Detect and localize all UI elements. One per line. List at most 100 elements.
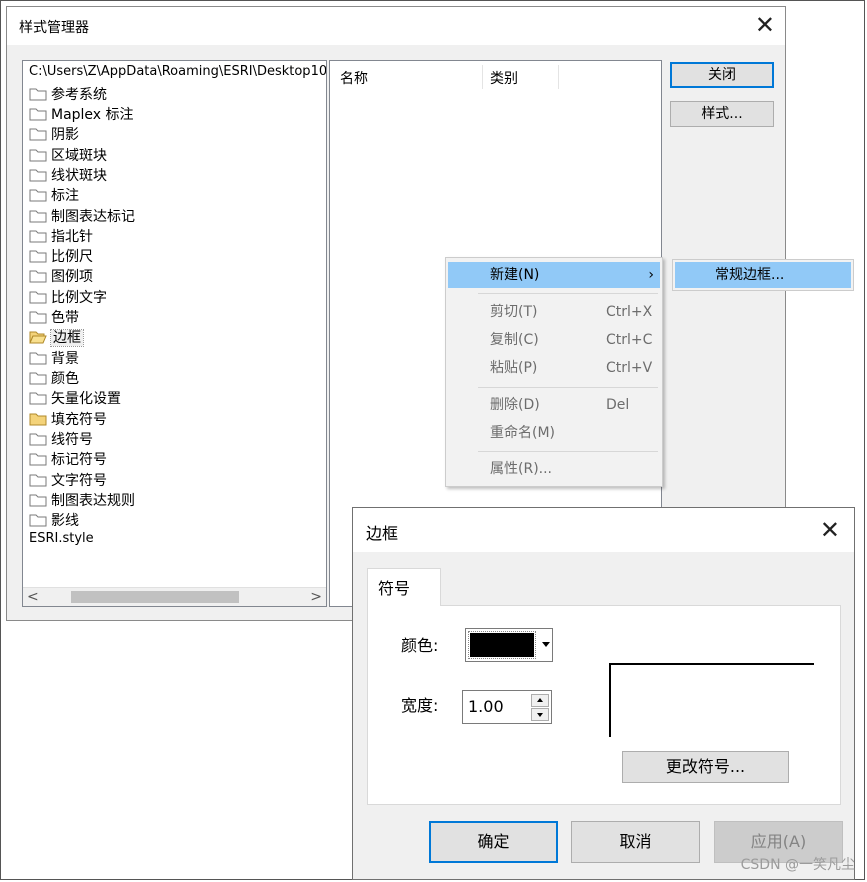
width-value[interactable]: 1.00 — [468, 697, 504, 716]
tree-item-vectorization-settings[interactable]: 矢量化设置 — [29, 388, 121, 408]
tree-item-scale-texts[interactable]: 比例文字 — [29, 287, 107, 307]
folder-icon — [29, 474, 47, 487]
border-preview-left-line — [609, 663, 611, 737]
new-submenu: 常规边框... — [672, 259, 854, 291]
width-label: 宽度: — [401, 696, 439, 715]
folder-icon — [29, 250, 47, 263]
styles-button[interactable]: 样式... — [670, 101, 774, 127]
menu-item-cut[interactable]: 剪切(T) Ctrl+X — [448, 299, 660, 325]
tree-item-colors[interactable]: 颜色 — [29, 368, 79, 388]
tree-item-label: 图例项 — [51, 269, 93, 285]
tree-item-label: 色带 — [51, 310, 79, 326]
tree-item-labels[interactable]: 标注 — [29, 185, 79, 205]
tree-item-legend-items[interactable]: 图例项 — [29, 266, 93, 286]
tree-root-path[interactable]: C:\Users\Z\AppData\Roaming\ESRI\Desktop1… — [29, 64, 326, 79]
menu-separator — [478, 451, 658, 452]
folder-icon — [29, 433, 47, 446]
tree-item-backgrounds[interactable]: 背景 — [29, 348, 79, 368]
style-tree: C:\Users\Z\AppData\Roaming\ESRI\Desktop1… — [23, 61, 326, 588]
tree-item-esri-style[interactable]: ESRI.style — [29, 531, 94, 546]
tree-item-representation-markers[interactable]: 制图表达标记 — [29, 206, 135, 226]
spin-down-icon[interactable] — [531, 708, 549, 721]
tree-item-label: 背景 — [51, 351, 79, 367]
style-tree-panel[interactable]: C:\Users\Z\AppData\Roaming\ESRI\Desktop1… — [22, 60, 327, 607]
folder-icon — [29, 514, 47, 527]
menu-item-shortcut: Ctrl+C — [606, 332, 653, 348]
menu-item-label: 删除(D) — [490, 397, 540, 413]
folder-filled-icon — [29, 413, 47, 426]
ok-button[interactable]: 确定 — [429, 821, 558, 863]
tree-item-scale-bars[interactable]: 比例尺 — [29, 246, 93, 266]
change-symbol-button[interactable]: 更改符号... — [622, 751, 789, 783]
tree-item-label: Maplex 标注 — [51, 107, 134, 123]
column-header-name[interactable]: 名称 — [340, 68, 368, 88]
scroll-thumb[interactable] — [71, 591, 239, 603]
folder-icon — [29, 210, 47, 223]
tree-item-reference-systems[interactable]: 参考系统 — [29, 84, 107, 104]
tree-item-text-symbols[interactable]: 文字符号 — [29, 470, 107, 490]
tree-item-color-ramps[interactable]: 色带 — [29, 307, 79, 327]
folder-icon — [29, 108, 47, 121]
menu-item-copy[interactable]: 复制(C) Ctrl+C — [448, 327, 660, 353]
close-icon[interactable]: ✕ — [755, 11, 775, 39]
border-dialog-title: 边框 — [366, 524, 399, 543]
tree-item-area-patches[interactable]: 区域斑块 — [29, 145, 107, 165]
folder-icon — [29, 169, 47, 182]
tree-item-label: 线符号 — [51, 432, 93, 448]
tree-item-line-patches[interactable]: 线状斑块 — [29, 165, 107, 185]
chevron-down-icon[interactable] — [542, 642, 550, 647]
style-manager-title: 样式管理器 — [19, 20, 89, 36]
tab-label: 符号 — [378, 579, 411, 598]
menu-item-shortcut: Del — [606, 397, 630, 413]
folder-icon — [29, 311, 47, 324]
menu-item-label: 复制(C) — [490, 332, 539, 348]
menu-separator — [478, 387, 658, 388]
tree-item-maplex-labels[interactable]: Maplex 标注 — [29, 104, 134, 124]
menu-item-label: 新建(N) — [490, 267, 540, 283]
folder-icon — [29, 352, 47, 365]
menu-item-rename[interactable]: 重命名(M) — [448, 420, 660, 446]
watermark: CSDN @一笑凡尘 — [740, 857, 855, 873]
folder-icon — [29, 453, 47, 466]
menu-item-delete[interactable]: 删除(D) Del — [448, 392, 660, 418]
tree-item-marker-symbols[interactable]: 标记符号 — [29, 449, 107, 469]
color-picker[interactable] — [465, 628, 553, 662]
folder-icon — [29, 149, 47, 162]
tree-item-north-arrows[interactable]: 指北针 — [29, 226, 93, 246]
border-dialog: 边框 ✕ 符号 颜色: 宽度: 1.00 更改符号... 确定 取消 应用(A) — [352, 507, 855, 880]
tree-item-label: 边框 — [50, 329, 84, 347]
tree-item-line-symbols[interactable]: 线符号 — [29, 429, 93, 449]
tree-item-shadows[interactable]: 阴影 — [29, 124, 79, 144]
scroll-left-icon[interactable]: < — [27, 588, 39, 606]
spin-up-icon[interactable] — [531, 694, 549, 707]
menu-item-new[interactable]: 新建(N) › — [448, 262, 660, 288]
tree-item-label: 填充符号 — [51, 412, 107, 428]
tree-item-label: 比例尺 — [51, 249, 93, 265]
column-divider[interactable] — [558, 65, 559, 89]
tree-item-label: 制图表达规则 — [51, 493, 135, 509]
tree-item-representation-rules[interactable]: 制图表达规则 — [29, 490, 135, 510]
menu-item-paste[interactable]: 粘贴(P) Ctrl+V — [448, 355, 660, 381]
tree-item-label: 影线 — [51, 513, 79, 529]
width-stepper[interactable]: 1.00 — [462, 690, 552, 724]
folder-icon — [29, 230, 47, 243]
menu-item-properties[interactable]: 属性(R)... — [448, 456, 660, 482]
tab-symbol[interactable]: 符号 — [367, 568, 441, 606]
tree-horizontal-scrollbar[interactable]: < > — [23, 587, 326, 606]
column-header-category[interactable]: 类别 — [490, 68, 518, 88]
column-divider[interactable] — [482, 65, 483, 89]
tree-item-hatches[interactable]: 影线 — [29, 510, 79, 530]
tree-item-label: 文字符号 — [51, 473, 107, 489]
color-swatch — [468, 631, 536, 659]
menu-item-shortcut: Ctrl+X — [606, 304, 653, 320]
tree-item-borders[interactable]: 边框 — [29, 327, 84, 347]
scroll-right-icon[interactable]: > — [310, 588, 322, 606]
close-icon[interactable]: ✕ — [820, 516, 840, 544]
folder-icon — [29, 392, 47, 405]
tree-item-fill-symbols[interactable]: 填充符号 — [29, 409, 107, 429]
color-label: 颜色: — [401, 636, 439, 655]
tree-item-label: 标记符号 — [51, 452, 107, 468]
cancel-button[interactable]: 取消 — [571, 821, 700, 863]
menu-item-normal-border[interactable]: 常规边框... — [675, 262, 851, 288]
close-button[interactable]: 关闭 — [670, 62, 774, 88]
